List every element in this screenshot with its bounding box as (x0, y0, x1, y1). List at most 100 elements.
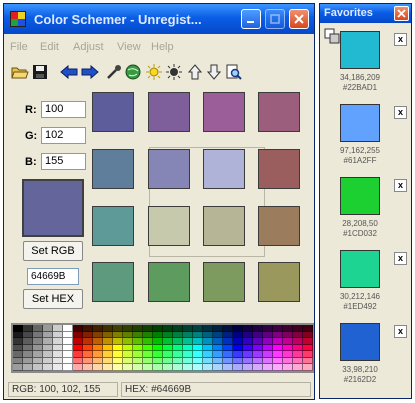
scheme-swatch[interactable] (148, 149, 190, 189)
palette-swatch[interactable] (163, 338, 173, 345)
palette-swatch[interactable] (263, 364, 273, 371)
palette-swatch[interactable] (193, 357, 203, 365)
palette-swatch[interactable] (103, 351, 113, 358)
move-down-button[interactable] (204, 61, 223, 83)
palette-swatch[interactable] (183, 357, 193, 365)
palette-swatch[interactable] (123, 344, 133, 352)
palette-swatch[interactable] (283, 331, 293, 339)
palette-swatch[interactable] (143, 364, 153, 371)
palette-swatch[interactable] (153, 331, 163, 339)
palette-swatch[interactable] (303, 331, 313, 339)
palette-swatch[interactable] (203, 344, 213, 352)
palette-swatch[interactable] (103, 357, 113, 365)
palette-swatch[interactable] (23, 351, 33, 358)
b-input[interactable]: 155 (41, 153, 86, 170)
palette-swatch[interactable] (83, 338, 93, 345)
palette-swatch[interactable] (103, 364, 113, 371)
palette-swatch[interactable] (43, 325, 53, 332)
palette-swatch[interactable] (93, 331, 103, 339)
palette-swatch[interactable] (263, 325, 273, 332)
palette-swatch[interactable] (233, 351, 243, 358)
palette-swatch[interactable] (243, 364, 253, 371)
palette-swatch[interactable] (303, 357, 313, 365)
open-button[interactable] (10, 61, 29, 83)
palette-swatch[interactable] (83, 331, 93, 339)
palette-swatch[interactable] (33, 331, 43, 339)
palette-swatch[interactable] (133, 331, 143, 339)
palette-swatch[interactable] (183, 331, 193, 339)
palette-swatch[interactable] (13, 331, 23, 339)
palette-swatch[interactable] (73, 344, 83, 352)
previous-button[interactable] (59, 61, 78, 83)
palette-swatch[interactable] (133, 351, 143, 358)
palette-swatch[interactable] (303, 351, 313, 358)
scheme-swatch[interactable] (148, 92, 190, 132)
palette-swatch[interactable] (253, 344, 263, 352)
palette-swatch[interactable] (133, 357, 143, 365)
palette-swatch[interactable] (143, 351, 153, 358)
scheme-swatch[interactable] (92, 92, 134, 132)
palette-swatch[interactable] (173, 351, 183, 358)
palette-swatch[interactable] (63, 325, 73, 332)
scheme-swatch[interactable] (148, 262, 190, 302)
palette-swatch[interactable] (33, 325, 43, 332)
menu-help[interactable]: Help (151, 41, 174, 53)
scheme-swatch[interactable] (203, 149, 245, 189)
palette-swatch[interactable] (53, 364, 63, 371)
darken-button[interactable] (164, 61, 183, 83)
favorite-swatch[interactable] (340, 177, 380, 215)
palette-swatch[interactable] (123, 331, 133, 339)
palette-swatch[interactable] (193, 351, 203, 358)
palette-swatch[interactable] (83, 344, 93, 352)
palette-swatch[interactable] (113, 344, 123, 352)
palette-swatch[interactable] (243, 351, 253, 358)
palette-swatch[interactable] (93, 325, 103, 332)
palette-swatch[interactable] (143, 357, 153, 365)
favorites-titlebar[interactable]: Favorites (320, 4, 411, 23)
r-input[interactable]: 100 (41, 101, 86, 118)
palette-swatch[interactable] (33, 338, 43, 345)
palette-swatch[interactable] (173, 364, 183, 371)
palette-swatch[interactable] (133, 344, 143, 352)
palette-swatch[interactable] (73, 331, 83, 339)
palette-swatch[interactable] (93, 364, 103, 371)
palette-swatch[interactable] (243, 344, 253, 352)
palette-swatch[interactable] (283, 338, 293, 345)
favorite-delete-button[interactable]: x (394, 252, 407, 265)
palette-swatch[interactable] (203, 325, 213, 332)
titlebar[interactable]: Color Schemer - Unregist... (4, 4, 314, 34)
palette-swatch[interactable] (53, 331, 63, 339)
palette-swatch[interactable] (183, 351, 193, 358)
palette-swatch[interactable] (273, 325, 283, 332)
palette-swatch[interactable] (63, 331, 73, 339)
set-rgb-button[interactable]: Set RGB (23, 241, 83, 261)
palette-swatch[interactable] (123, 364, 133, 371)
favorite-delete-button[interactable]: x (394, 33, 407, 46)
palette-swatch[interactable] (83, 325, 93, 332)
palette-swatch[interactable] (73, 364, 83, 371)
palette-swatch[interactable] (63, 351, 73, 358)
palette-swatch[interactable] (123, 351, 133, 358)
palette-swatch[interactable] (193, 344, 203, 352)
palette-swatch[interactable] (43, 338, 53, 345)
palette-swatch[interactable] (243, 357, 253, 365)
palette-swatch[interactable] (253, 351, 263, 358)
palette-swatch[interactable] (73, 351, 83, 358)
scheme-swatch[interactable] (92, 206, 134, 246)
palette-swatch[interactable] (23, 364, 33, 371)
favorite-swatch[interactable] (340, 31, 380, 69)
palette-swatch[interactable] (103, 338, 113, 345)
palette-swatch[interactable] (193, 331, 203, 339)
palette-swatch[interactable] (203, 357, 213, 365)
scheme-swatch[interactable] (203, 92, 245, 132)
scheme-swatch[interactable] (92, 262, 134, 302)
palette-swatch[interactable] (33, 344, 43, 352)
palette-swatch[interactable] (233, 344, 243, 352)
palette-swatch[interactable] (133, 364, 143, 371)
palette-swatch[interactable] (293, 344, 303, 352)
palette-swatch[interactable] (23, 344, 33, 352)
palette-swatch[interactable] (223, 338, 233, 345)
palette-swatch[interactable] (163, 351, 173, 358)
palette-swatch[interactable] (63, 364, 73, 371)
scheme-swatch[interactable] (92, 149, 134, 189)
